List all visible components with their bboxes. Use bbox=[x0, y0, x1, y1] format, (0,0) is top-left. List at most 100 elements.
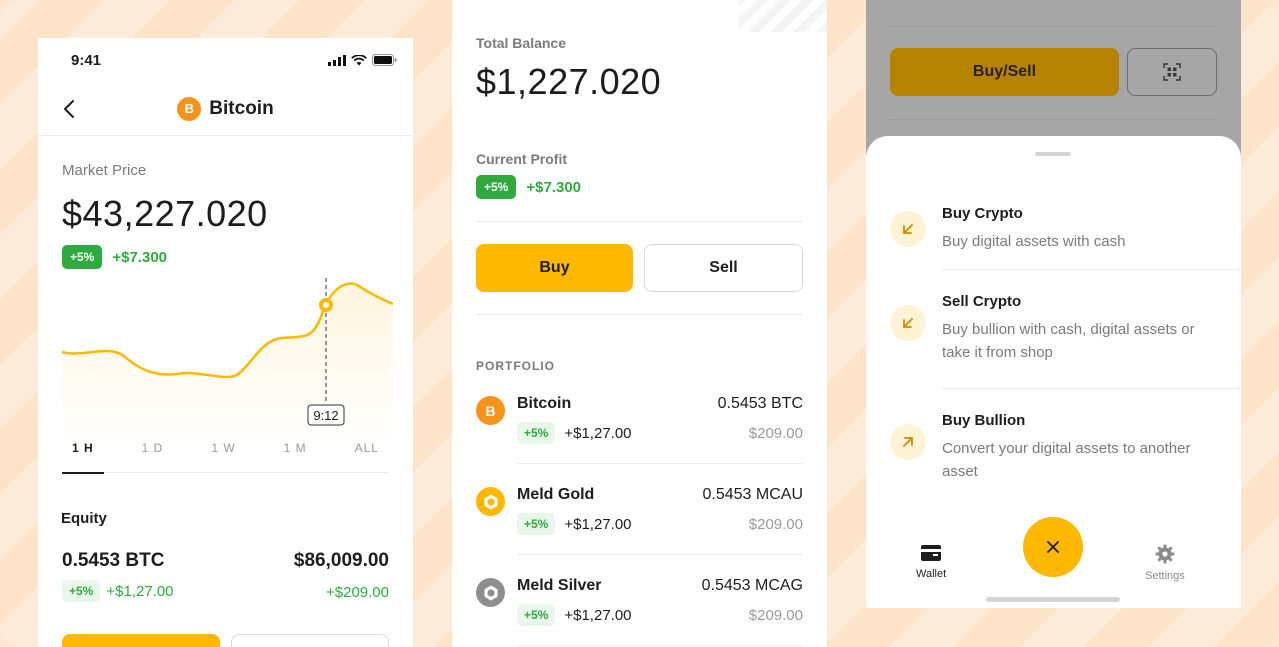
status-bar: 9:41 bbox=[38, 38, 413, 82]
gold-coin-icon bbox=[476, 487, 505, 516]
equity-usd-change: +$209.00 bbox=[326, 584, 389, 601]
nav-wallet-label: Wallet bbox=[916, 568, 947, 580]
change-percent-badge: +5% bbox=[62, 245, 103, 269]
option-buy-bullion[interactable]: Buy Bullion Convert your digital assets … bbox=[890, 412, 1241, 483]
sheet-handle[interactable] bbox=[1035, 152, 1071, 156]
status-icons bbox=[328, 54, 397, 66]
back-arrow-icon[interactable] bbox=[58, 97, 82, 121]
profit-amount: +$7.300 bbox=[526, 178, 581, 196]
divider bbox=[890, 119, 1217, 120]
asset-percent-badge: +5% bbox=[517, 422, 556, 444]
status-time: 9:41 bbox=[71, 51, 102, 69]
silver-coin-icon bbox=[476, 578, 505, 607]
chart-marker-inner bbox=[323, 302, 329, 308]
nav-title-text: Bitcoin bbox=[209, 97, 274, 119]
option-desc: Convert your digital assets to another a… bbox=[942, 440, 1191, 480]
asset-usd: $209.00 bbox=[748, 424, 803, 442]
qr-scan-button[interactable] bbox=[1127, 48, 1217, 96]
asset-change: +$1,27.00 bbox=[564, 515, 632, 533]
equity-title: Equity bbox=[61, 510, 107, 527]
asset-name: Meld Gold bbox=[517, 486, 595, 503]
asset-usd: $209.00 bbox=[748, 606, 803, 624]
asset-name: Bitcoin bbox=[517, 395, 572, 412]
chart-tooltip-text: 9:12 bbox=[313, 408, 338, 423]
nav-settings[interactable]: Settings bbox=[1145, 544, 1185, 582]
divider bbox=[476, 221, 803, 222]
divider bbox=[942, 269, 1241, 270]
option-buy-crypto[interactable]: Buy Crypto Buy digital assets with cash bbox=[890, 205, 1241, 253]
bitcoin-icon: B bbox=[177, 96, 202, 121]
close-icon bbox=[1047, 541, 1059, 553]
wallet-screen: Total Balance $1,227.020 Current Profit … bbox=[452, 0, 827, 647]
portfolio-item-meld-silver[interactable]: Meld Silver 0.5453 MCAG +5% +$1,27.00 $2… bbox=[476, 555, 803, 646]
profit-percent-badge: +5% bbox=[476, 175, 517, 199]
detail-primary-button[interactable] bbox=[62, 634, 220, 647]
nav-wallet[interactable]: Wallet bbox=[916, 544, 946, 580]
arrow-down-left-icon bbox=[890, 211, 926, 247]
nav-bar: B Bitcoin bbox=[38, 82, 413, 136]
tab-1h[interactable]: 1 H bbox=[62, 438, 104, 474]
decorative-stripes bbox=[739, 0, 827, 32]
nav-settings-label: Settings bbox=[1145, 570, 1185, 582]
equity-usd: $86,009.00 bbox=[293, 550, 389, 571]
divider bbox=[890, 26, 1217, 27]
profit-row: +5% +$7.300 bbox=[476, 175, 803, 199]
actions-screen: Buy/Sell Buy Crypto Buy digital assets w… bbox=[866, 0, 1241, 608]
market-price-value: $43,227.020 bbox=[62, 193, 268, 234]
bitcoin-detail-screen: 9:41 B Bitcoin Market Price $43,227.020 … bbox=[38, 38, 413, 647]
asset-change: +$1,27.00 bbox=[564, 606, 632, 624]
change-amount: +$7.300 bbox=[112, 248, 167, 266]
option-desc: Buy digital assets with cash bbox=[942, 233, 1126, 250]
asset-qty: 0.5453 MCAU bbox=[702, 486, 804, 503]
portfolio-label: PORTFOLIO bbox=[476, 359, 555, 373]
tab-1w[interactable]: 1 W bbox=[201, 438, 245, 473]
divider bbox=[476, 314, 803, 315]
equity-qty: 0.5453 BTC bbox=[62, 550, 165, 571]
price-chart[interactable]: 9:12 bbox=[62, 278, 393, 438]
portfolio-item-meld-gold[interactable]: Meld Gold 0.5453 MCAU +5% +$1,27.00 $209… bbox=[476, 464, 803, 555]
equity-percent-badge: +5% bbox=[62, 580, 101, 602]
nav-title: B Bitcoin bbox=[177, 96, 274, 121]
close-button[interactable] bbox=[1023, 517, 1083, 577]
buy-button[interactable]: Buy bbox=[476, 244, 633, 292]
divider bbox=[942, 388, 1241, 389]
qr-scan-icon bbox=[1163, 63, 1181, 81]
tab-1d[interactable]: 1 D bbox=[132, 438, 174, 473]
bitcoin-icon: B bbox=[476, 396, 505, 425]
price-change-row: +5% +$7.300 bbox=[62, 245, 389, 269]
equity-change: +$1,27.00 bbox=[106, 582, 174, 600]
home-indicator bbox=[986, 597, 1120, 602]
asset-name: Meld Silver bbox=[517, 577, 602, 594]
asset-usd: $209.00 bbox=[748, 515, 803, 533]
battery-icon bbox=[372, 54, 397, 66]
total-balance-value: $1,227.020 bbox=[476, 61, 662, 102]
tab-1m[interactable]: 1 M bbox=[274, 438, 317, 473]
asset-qty: 0.5453 MCAG bbox=[701, 577, 803, 594]
bottom-nav: Wallet Settings bbox=[866, 516, 1241, 608]
equity-row: 0.5453 BTC +5% +$1,27.00 $86,009.00 +$20… bbox=[62, 550, 389, 602]
gear-icon bbox=[1155, 544, 1175, 564]
tab-all[interactable]: ALL bbox=[345, 438, 389, 473]
asset-change: +$1,27.00 bbox=[564, 424, 632, 442]
asset-percent-badge: +5% bbox=[517, 604, 556, 626]
asset-qty: 0.5453 BTC bbox=[717, 395, 803, 412]
timeframe-tabs: 1 H 1 D 1 W 1 M ALL bbox=[62, 438, 389, 474]
buy-sell-button[interactable]: Buy/Sell bbox=[890, 48, 1119, 96]
arrow-up-right-icon bbox=[890, 424, 926, 460]
detail-secondary-button[interactable] bbox=[231, 634, 389, 647]
arrow-down-left-icon bbox=[890, 305, 926, 341]
option-sell-crypto[interactable]: Sell Crypto Buy bullion with cash, digit… bbox=[890, 293, 1241, 364]
action-sheet: Buy Crypto Buy digital assets with cash … bbox=[866, 136, 1241, 608]
sell-button[interactable]: Sell bbox=[644, 244, 803, 292]
option-title: Sell Crypto bbox=[942, 293, 1022, 310]
market-price-label: Market Price bbox=[62, 162, 147, 179]
option-title: Buy Crypto bbox=[942, 205, 1023, 222]
current-profit-label: Current Profit bbox=[476, 151, 567, 167]
asset-percent-badge: +5% bbox=[517, 513, 556, 535]
wifi-icon bbox=[351, 54, 367, 65]
option-title: Buy Bullion bbox=[942, 412, 1026, 429]
option-desc: Buy bullion with cash, digital assets or… bbox=[942, 321, 1195, 361]
portfolio-item-bitcoin[interactable]: B Bitcoin 0.5453 BTC +5% +$1,27.00 $209.… bbox=[476, 373, 803, 464]
wallet-icon bbox=[921, 545, 942, 561]
signal-icon bbox=[328, 54, 346, 66]
